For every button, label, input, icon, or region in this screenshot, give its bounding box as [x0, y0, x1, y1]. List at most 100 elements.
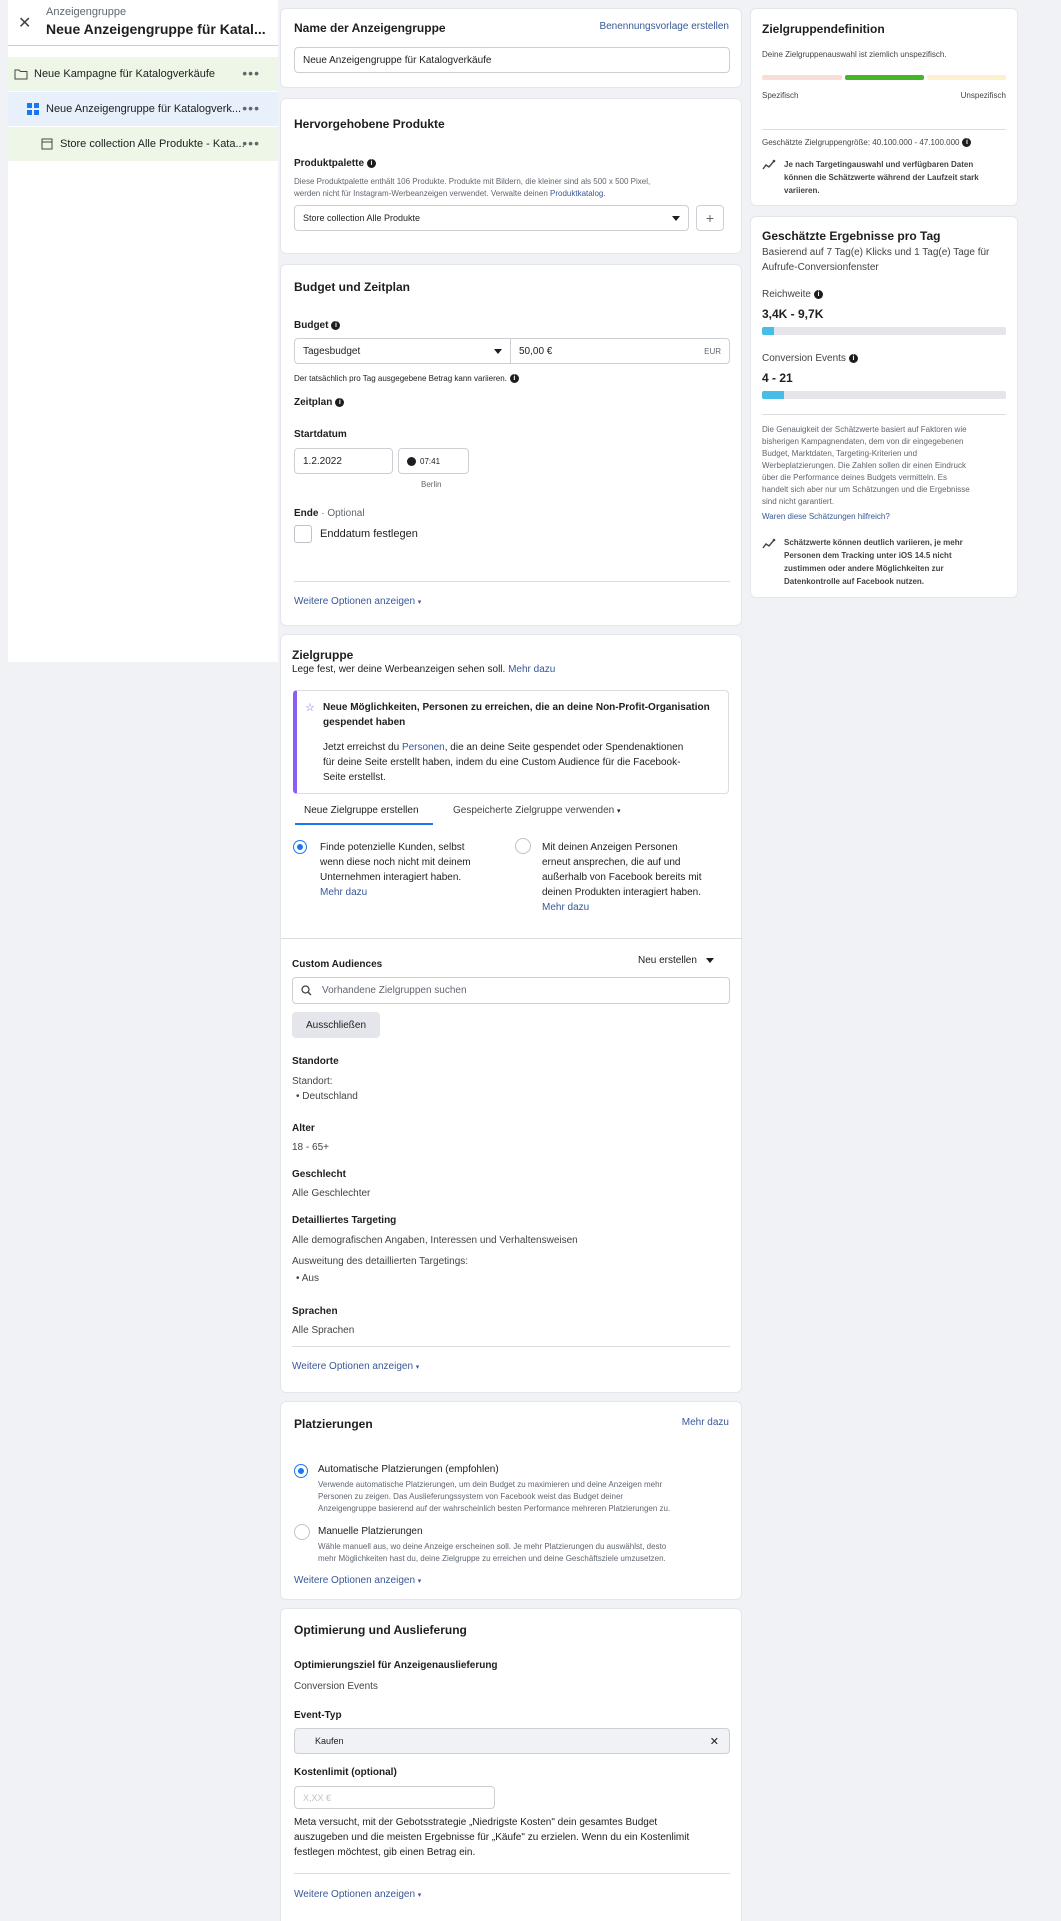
radio-automatic-placements[interactable]	[294, 1464, 308, 1478]
optimization-card: Optimierung und Auslieferung Optimierung…	[280, 1608, 742, 1921]
reach-value: 3,4K - 9,7K	[762, 307, 824, 321]
currency-label: EUR	[704, 346, 721, 356]
cost-limit-label: Kostenlimit (optional)	[294, 1767, 397, 1778]
locations-label: Standorte	[292, 1056, 339, 1067]
more-options-link[interactable]: Weitere Optionen anzeigen ▾	[294, 596, 421, 607]
product-set-select[interactable]: Store collection Alle Produkte	[294, 205, 689, 231]
learn-more-link[interactable]: Mehr dazu	[320, 887, 367, 898]
detailed-targeting-value: Alle demografischen Angaben, Interessen …	[292, 1235, 578, 1246]
info-icon: i	[335, 397, 345, 407]
divider	[281, 938, 743, 939]
detailed-targeting-label: Detailliertes Targeting	[292, 1215, 397, 1226]
learn-more-link[interactable]: Mehr dazu	[508, 664, 555, 675]
grid-icon	[26, 102, 40, 116]
targeting-expansion-label: Ausweitung des detaillierten Targetings:	[292, 1256, 469, 1267]
close-icon[interactable]: ✕	[18, 13, 31, 33]
search-placeholder: Vorhandene Zielgruppen suchen	[322, 985, 467, 996]
languages-value: Alle Sprachen	[292, 1325, 355, 1336]
start-time-value: 07:41	[420, 456, 441, 466]
info-icon: i	[962, 138, 972, 148]
learn-more-link[interactable]: Mehr dazu	[542, 902, 589, 913]
radio-prospecting[interactable]	[293, 840, 307, 854]
tree-item-label: Neue Kampagne für Katalogverkäufe	[34, 68, 216, 80]
more-icon[interactable]: •••	[242, 100, 260, 116]
event-type-select[interactable]: Kaufen ✕	[294, 1728, 730, 1754]
end-date-checkbox[interactable]	[294, 525, 312, 543]
start-date-input[interactable]: 1.2.2022	[294, 448, 393, 474]
more-options-link[interactable]: Weitere Optionen anzeigen ▾	[294, 1889, 421, 1900]
timezone-label: Berlin	[421, 480, 442, 489]
more-options-link[interactable]: Weitere Optionen anzeigen ▾	[292, 1361, 419, 1372]
clear-icon[interactable]: ✕	[710, 1735, 719, 1748]
tab-saved-audience[interactable]: Gespeicherte Zielgruppe verwenden ▾	[453, 805, 621, 816]
more-icon[interactable]: •••	[242, 135, 260, 151]
product-set-value: Store collection Alle Produkte	[303, 213, 421, 223]
manual-placements-desc: Wähle manuell aus, wo deine Anzeige ersc…	[318, 1542, 667, 1563]
search-icon	[301, 985, 312, 996]
radio-manual-placements[interactable]	[294, 1524, 310, 1540]
helpful-feedback-link[interactable]: Waren diese Schätzungen hilfreich?	[762, 511, 890, 523]
product-set-description: Diese Produktpalette enthält 106 Produkt…	[294, 177, 651, 186]
notice-text-3: Seite erstellst.	[323, 772, 386, 783]
radio-retargeting[interactable]	[515, 838, 531, 854]
gauge-active-segment	[845, 75, 924, 80]
gender-label: Geschlecht	[292, 1169, 346, 1180]
active-tab-indicator	[295, 823, 433, 825]
notice-title: Neue Möglichkeiten, Personen zu erreiche…	[323, 702, 710, 713]
sidebar: ✕ Anzeigengruppe Neue Anzeigengruppe für…	[8, 0, 278, 662]
audience-search-input[interactable]: Vorhandene Zielgruppen suchen	[292, 977, 730, 1004]
nonprofit-notice: ☆ Neue Möglichkeiten, Personen zu erreic…	[293, 690, 729, 794]
tree-item-adset[interactable]: Neue Anzeigengruppe für Katalogverk... •…	[8, 92, 278, 126]
gauge-specific-segment	[762, 75, 842, 80]
section-title: Geschätzte Ergebnisse pro Tag	[762, 229, 941, 243]
conversion-value: 4 - 21	[762, 371, 793, 385]
section-title: Zielgruppendefinition	[762, 22, 885, 36]
adset-name-input[interactable]: Neue Anzeigengruppe für Katalogverkäufe	[294, 47, 730, 73]
cost-limit-input[interactable]: X,XX €	[294, 1786, 495, 1809]
info-icon: i	[367, 158, 377, 168]
divider	[292, 1346, 730, 1347]
learn-more-link[interactable]: Mehr dazu	[682, 1417, 729, 1428]
gauge-label-broad: Unspezifisch	[960, 91, 1006, 100]
gauge-label-specific: Spezifisch	[762, 91, 799, 100]
start-time-input[interactable]: 07:41	[398, 448, 469, 474]
event-type-value: Kaufen	[315, 1736, 344, 1746]
chevron-down-icon	[672, 215, 680, 221]
budget-note: Der tatsächlich pro Tag ausgegebene Betr…	[294, 373, 519, 385]
definition-note: Je nach Targetingauswahl und verfügbaren…	[784, 160, 979, 195]
budget-amount-input[interactable]: 50,00 € EUR	[510, 338, 730, 364]
estimates-disclaimer: Die Genauigkeit der Schätzwerte basiert …	[762, 425, 970, 506]
info-icon: i	[509, 374, 519, 384]
create-new-dropdown[interactable]: Neu erstellen	[638, 955, 714, 966]
add-product-set-button[interactable]: +	[696, 205, 724, 231]
optimization-goal-value: Conversion Events	[294, 1681, 378, 1692]
catalog-link[interactable]: Produktkatalog.	[550, 189, 606, 198]
chevron-down-icon	[494, 348, 502, 354]
schedule-label: Zeitplan i	[294, 397, 345, 408]
age-label: Alter	[292, 1123, 315, 1134]
divider	[762, 414, 1006, 415]
conversion-bar	[762, 391, 1006, 399]
custom-audiences-label: Custom Audiences	[292, 959, 383, 970]
reach-label: Reichweite i	[762, 289, 823, 300]
audience-subtitle: Lege fest, wer deine Werbeanzeigen sehen…	[292, 664, 556, 675]
more-options-link[interactable]: Weitere Optionen anzeigen ▾	[294, 1575, 421, 1586]
notice-text: Jetzt erreichst du Personen, die an dein…	[323, 742, 684, 753]
tree-item-campaign[interactable]: Neue Kampagne für Katalogverkäufe •••	[8, 57, 278, 91]
more-icon[interactable]: •••	[242, 65, 260, 81]
adset-name-card: Name der Anzeigengruppe Benennungsvorlag…	[280, 8, 742, 88]
tree-item-ad[interactable]: Store collection Alle Produkte - Kata...…	[8, 127, 278, 161]
audience-definition-card: Zielgruppendefinition Deine Zielgruppena…	[750, 8, 1018, 206]
prospecting-description: Finde potenzielle Kunden, selbst wenn di…	[320, 842, 471, 898]
trend-icon	[762, 538, 776, 549]
people-link[interactable]: Personen	[402, 742, 445, 753]
placements-card: Platzierungen Mehr dazu Automatische Pla…	[280, 1401, 742, 1600]
tab-new-audience[interactable]: Neue Zielgruppe erstellen	[304, 805, 419, 816]
sidebar-header: ✕ Anzeigengruppe Neue Anzeigengruppe für…	[8, 0, 278, 46]
budget-type-select[interactable]: Tagesbudget	[294, 338, 511, 364]
featured-products-card: Hervorgehobene Produkte Produktpalette i …	[280, 98, 742, 254]
budget-label: Budget i	[294, 320, 341, 331]
naming-template-link[interactable]: Benennungsvorlage erstellen	[599, 21, 729, 32]
chevron-down-icon	[705, 958, 714, 963]
exclude-button[interactable]: Ausschließen	[292, 1012, 380, 1038]
